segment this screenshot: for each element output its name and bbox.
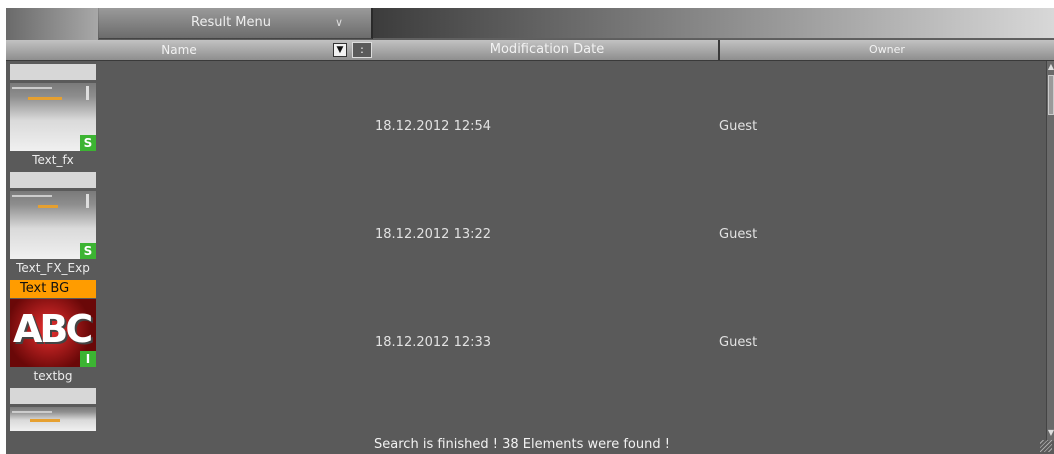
result-menu-dropdown[interactable]: Result Menu ∨ [99, 8, 373, 39]
item-caption: Text_FX_Exp [16, 261, 90, 275]
column-header-modification-date[interactable]: Modification Date [376, 40, 720, 60]
item-caption: Text_fx [32, 153, 74, 167]
owner-cell: Guest [719, 335, 758, 350]
item-top-strip [10, 64, 96, 80]
sort-toggle-button[interactable]: ▼ [333, 43, 347, 57]
item-top-label: Text BG [10, 280, 96, 298]
resize-grip-icon[interactable] [1040, 440, 1052, 452]
top-bar-left-decoration [6, 8, 98, 40]
column-header-owner-label: Owner [869, 43, 905, 56]
triangle-down-icon: ▼ [336, 45, 344, 55]
column-resize-handle[interactable]: : [352, 42, 372, 58]
item-top-strip [10, 388, 96, 404]
scroll-up-icon[interactable]: ▲ [1047, 61, 1054, 73]
item-caption: textbg [33, 369, 73, 383]
column-header-owner[interactable]: Owner [720, 40, 1054, 60]
scene-badge-icon: S [80, 243, 96, 259]
top-bar-right-decoration [373, 8, 1054, 38]
item-top-strip [10, 172, 96, 188]
result-menu-label: Result Menu [191, 15, 271, 30]
vertical-scrollbar[interactable]: ▲ ▼ [1046, 61, 1054, 441]
item-thumbnail: ABC I [10, 299, 96, 367]
modification-date-cell: 18.12.2012 12:33 [375, 335, 492, 350]
results-list: S Text_fx S Text_FX_Exp Text BG ABC I te… [6, 61, 1046, 454]
chevron-down-icon: ∨ [335, 16, 344, 29]
modification-date-cell: 18.12.2012 13:22 [375, 227, 492, 242]
scrollbar-thumb[interactable] [1048, 75, 1054, 115]
column-header-row: Name ▼ : Modification Date Owner [6, 40, 1054, 61]
owner-cell: Guest [719, 227, 758, 242]
status-message: Search is finished ! 38 Elements were fo… [374, 437, 670, 452]
item-thumbnail: S [10, 191, 96, 259]
scroll-down-icon[interactable]: ▼ [1047, 427, 1054, 439]
modification-date-cell: 18.12.2012 12:54 [375, 119, 492, 134]
column-header-name[interactable]: Name [6, 40, 352, 60]
owner-cell: Guest [719, 119, 758, 134]
top-bar: Result Menu ∨ [6, 8, 1054, 40]
item-thumbnail: S [10, 83, 96, 151]
column-header-date-label: Modification Date [489, 42, 605, 57]
scene-badge-icon: S [80, 135, 96, 151]
result-panel: Result Menu ∨ Name ▼ : Modification Date… [6, 8, 1054, 454]
image-badge-icon: I [80, 351, 96, 367]
item-thumbnail [10, 407, 96, 431]
thumbnail-abc-text: ABC [13, 307, 93, 351]
column-header-name-label: Name [161, 43, 197, 57]
